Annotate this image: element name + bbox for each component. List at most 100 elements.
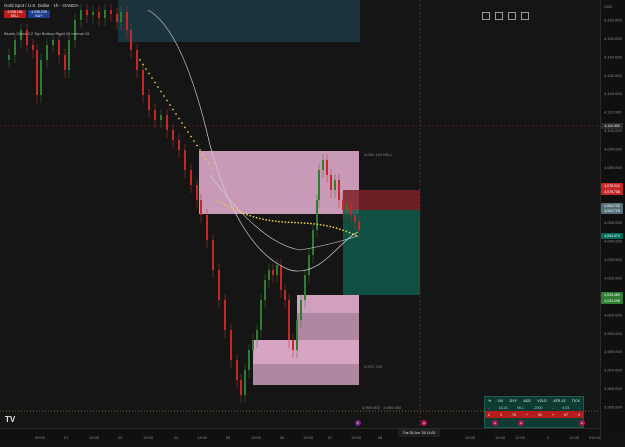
stats-header-row: % VIX DXY ADD VOLD ATR-15 TICK: [485, 397, 583, 404]
time-tick-label: 13:00: [351, 435, 362, 440]
support-line-label: 3,959.000 · 3,959.000: [362, 405, 402, 410]
trend-dot: [310, 222, 312, 225]
candle-body: [36, 50, 38, 95]
trend-dot: [166, 99, 168, 102]
trend-dot: [262, 218, 264, 221]
candle-body: [80, 10, 82, 20]
trend-dot: [160, 90, 162, 93]
trend-dot: [306, 222, 309, 225]
trend-dot: [252, 215, 255, 218]
trend-dot: [181, 122, 183, 124]
time-tick-label: 09:00: [35, 435, 46, 440]
trend-dot: [223, 203, 226, 206]
tradingview-logo: TV: [5, 415, 16, 424]
price-tick-label: 4,140.000: [604, 54, 623, 59]
trend-dot: [290, 221, 293, 224]
candle-body: [74, 20, 76, 40]
currency-label: USD: [604, 4, 613, 9]
candle-body: [86, 10, 88, 15]
trend-dot: [199, 149, 201, 151]
trend-dot: [230, 207, 232, 209]
time-tick-label: 12:00: [591, 435, 600, 440]
candle-body: [288, 300, 290, 340]
trend-dot: [281, 220, 284, 223]
market-internals-table: % VIX DXY ADD VOLD ATR-15 TICK - 15.24 99.1 -2000…: [484, 396, 584, 428]
stats-cell: +: [525, 412, 529, 417]
candle-body: [330, 175, 332, 190]
zone-top-label: 4,081.134 SELL: [364, 152, 393, 157]
candle-body: [98, 12, 100, 18]
trend-dot: [172, 108, 174, 111]
candle-body: [260, 300, 262, 330]
price-axis[interactable]: USD 4,160.000 4,150.000 4,140.000 4,130.000…: [600, 0, 625, 439]
trend-dot: [284, 221, 287, 223]
trend-dot: [220, 202, 223, 205]
trend-dot: [255, 216, 258, 219]
trend-dot: [351, 233, 354, 235]
price-tag: 4,054.370: [601, 233, 623, 239]
candle-body: [58, 40, 60, 55]
price-tick-label: 3,990.000: [604, 331, 623, 336]
event-marker-4[interactable]: ●: [518, 420, 524, 426]
candle-body: [142, 70, 144, 95]
buy-button[interactable]: 4,098.239 BUY: [28, 10, 50, 18]
candle-body: [264, 280, 266, 300]
event-marker-5[interactable]: ●: [579, 420, 585, 426]
candle-body: [52, 40, 54, 45]
time-axis[interactable]: 09:00 21 13:00 23 13:00 24 13:00 25 13:00 26 13:00…: [0, 428, 602, 440]
stats-header: %: [488, 398, 492, 403]
trend-dot: [193, 140, 195, 142]
candle-body: [248, 350, 250, 370]
price-tag: 4,033.298: [601, 298, 623, 304]
stats-cell: +: [551, 412, 555, 417]
trend-dot: [313, 222, 316, 225]
candle-body: [256, 330, 258, 340]
zone-bottom-label: 3,971.703: [364, 364, 383, 369]
price-tick-label: 4,150.000: [604, 36, 623, 41]
settings-icon[interactable]: [521, 12, 529, 20]
stats-header: VIX: [497, 398, 504, 403]
candle-body: [130, 30, 132, 50]
trend-dot: [329, 225, 332, 228]
candle-body: [338, 180, 340, 200]
select-tool-icon[interactable]: [482, 12, 490, 20]
sell-button[interactable]: 4,098.181 SELL: [4, 10, 26, 18]
trend-dot: [148, 72, 150, 75]
trend-dot: [338, 228, 341, 231]
time-tick-label: 24: [174, 435, 179, 440]
price-tick-label: 3,960.000: [604, 386, 623, 391]
price-axis-svg: USD 4,160.000 4,150.000 4,140.000 4,130.000…: [604, 4, 623, 410]
trend-dot: [278, 220, 280, 223]
candle-body: [322, 160, 324, 170]
event-marker-2[interactable]: ●: [421, 420, 427, 426]
trend-dot: [190, 135, 192, 138]
trend-dot: [268, 219, 271, 222]
selected-date-label: Tue 28 Jun '26 14:00: [398, 429, 440, 437]
trend-dot: [142, 63, 144, 66]
stats-cell: 92: [537, 412, 542, 417]
candle-body: [326, 160, 328, 175]
price-tick-label: 4,120.000: [604, 91, 623, 96]
demand-zone-1: [297, 295, 359, 313]
candle-body: [252, 340, 254, 350]
event-marker-1[interactable]: ⚡: [355, 420, 361, 426]
trend-dot: [300, 222, 303, 224]
price-tick-label: 4,040.000: [604, 239, 623, 244]
trend-dot: [246, 213, 248, 216]
chart-area[interactable]: 4,081.134 SELL 3,971.703 3,959.000 · 3,9…: [0, 0, 600, 428]
symbol-title[interactable]: Gold Spot / U.S. Dollar · 1h · OANDA: [4, 3, 79, 8]
time-tick-label: 12:00: [569, 435, 580, 440]
time-axis-svg: 09:00 21 13:00 23 13:00 24 13:00 25 13:00 26 13:00…: [35, 435, 602, 440]
event-marker-3[interactable]: ●: [492, 420, 498, 426]
candle-body: [218, 270, 220, 300]
candle-body: [92, 12, 94, 15]
time-tick-label: 13:00: [465, 435, 476, 440]
price-chart[interactable]: 4,081.134 SELL 3,971.703 3,959.000 · 3,9…: [0, 0, 600, 428]
screenshot-icon[interactable]: [508, 12, 516, 20]
stats-header: VOLD: [537, 398, 548, 403]
time-tick-label: 2: [547, 435, 550, 440]
fullscreen-icon[interactable]: [495, 12, 503, 20]
price-tick-label: 4,130.000: [604, 73, 623, 78]
indicator-label[interactable]: Bluefx Clues 2.2 Top Bottom Right 20 nor…: [4, 31, 89, 36]
trend-dot: [145, 68, 147, 70]
